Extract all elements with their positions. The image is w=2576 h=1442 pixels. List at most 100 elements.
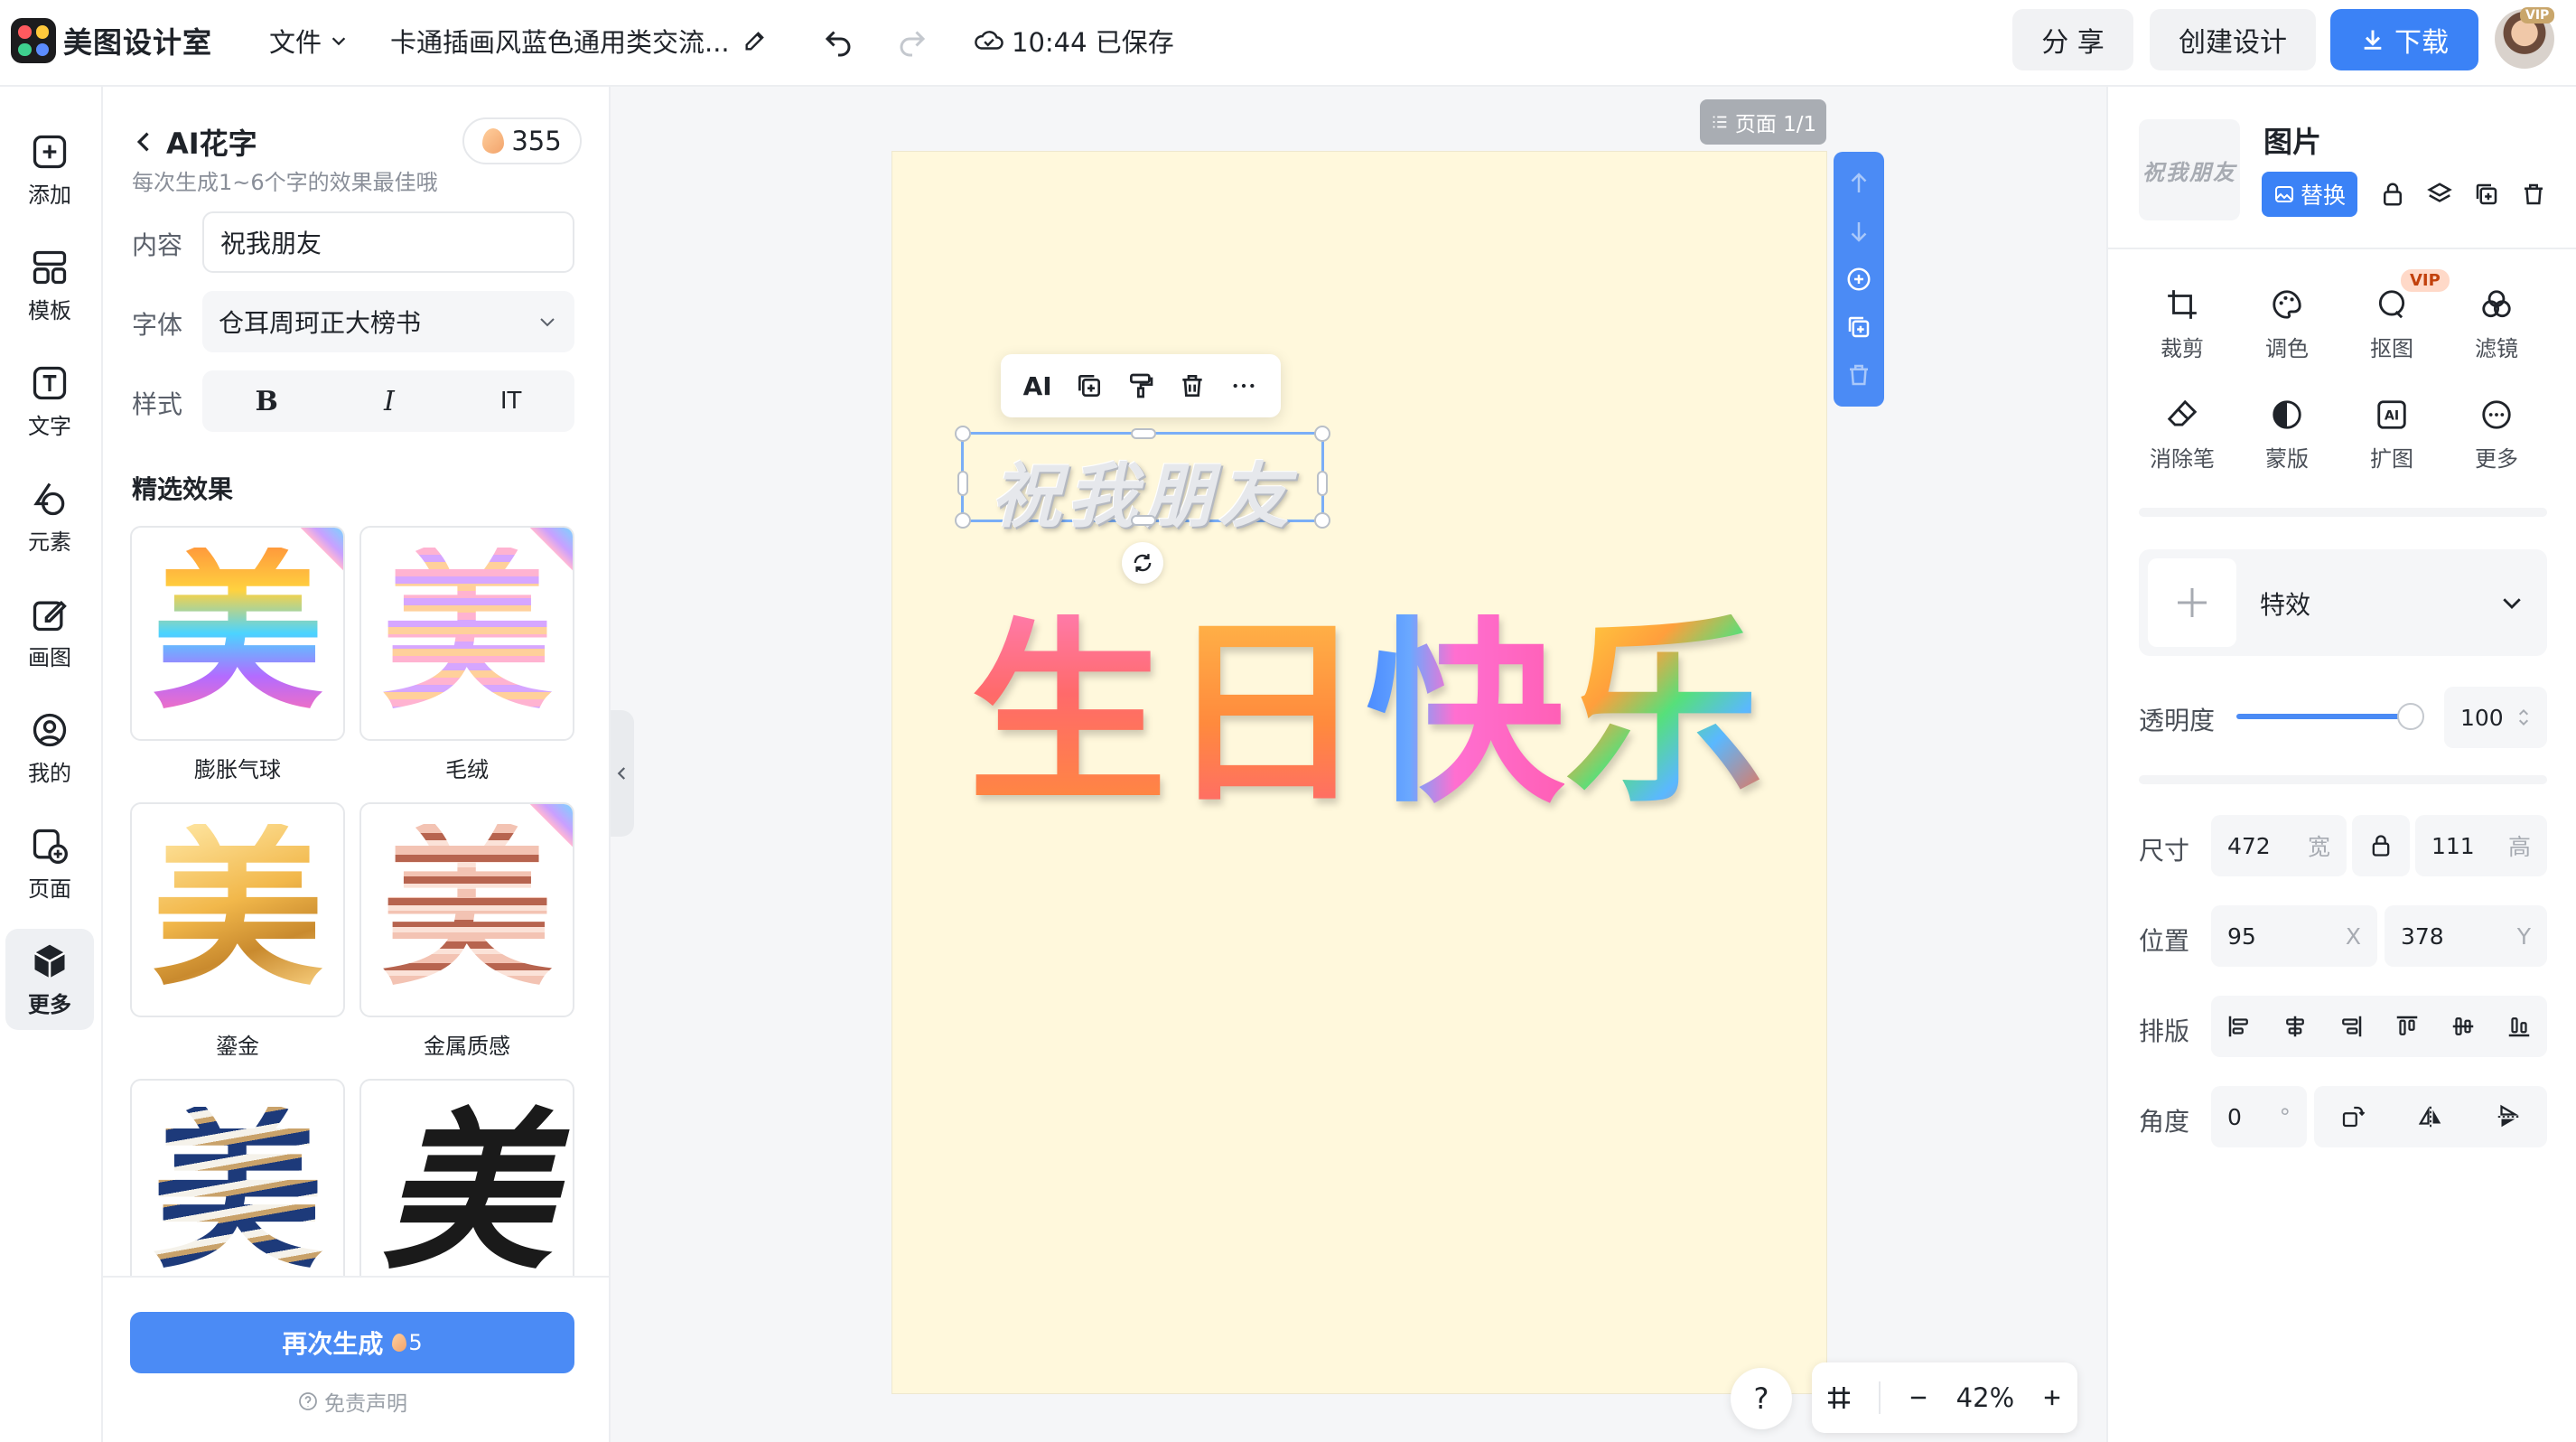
rail-item-text[interactable]: 文字 <box>5 351 94 452</box>
duplicate-page-icon[interactable] <box>1845 314 1872 341</box>
align-bottom-icon[interactable] <box>2506 1013 2533 1040</box>
document-title[interactable]: 卡通插画风蓝色通用类交流... <box>390 22 768 60</box>
ai-action-button[interactable]: AI <box>1023 371 1052 401</box>
align-left-icon[interactable] <box>2226 1013 2253 1040</box>
tool-filter[interactable]: 滤镜 <box>2444 287 2549 362</box>
regenerate-button[interactable]: 再次生成 5 <box>130 1312 574 1373</box>
resize-handle[interactable] <box>1317 471 1328 496</box>
rotate-handle[interactable] <box>1122 542 1163 584</box>
vip-corner-badge <box>296 528 343 575</box>
rail-item-more[interactable]: 更多 <box>5 929 94 1030</box>
resize-handle[interactable] <box>1131 428 1156 439</box>
height-input[interactable]: 111 高 <box>2415 815 2547 876</box>
effect-card-gilded[interactable]: 美 <box>130 802 345 1017</box>
format-painter-icon[interactable] <box>1126 371 1155 400</box>
opacity-slider-track[interactable] <box>2236 714 2410 719</box>
create-design-button[interactable]: 创建设计 <box>2150 9 2316 70</box>
rail-item-template[interactable]: 模板 <box>5 235 94 336</box>
file-menu[interactable]: 文件 <box>269 22 349 60</box>
tool-crop[interactable]: 裁剪 <box>2130 287 2235 362</box>
aspect-lock-button[interactable] <box>2352 815 2410 876</box>
share-button[interactable]: 分 享 <box>2012 9 2133 70</box>
height-unit: 高 <box>2507 834 2531 860</box>
x-input[interactable]: 95 X <box>2211 905 2377 967</box>
effects-selector[interactable]: 特效 <box>2139 549 2547 656</box>
tool-expand[interactable]: AI 扩图 <box>2339 398 2444 473</box>
selection-toolbar: AI <box>1001 354 1281 417</box>
tool-cutout[interactable]: 抠图 <box>2339 287 2444 362</box>
rail-item-add[interactable]: 添加 <box>5 119 94 220</box>
resize-handle[interactable] <box>957 471 968 496</box>
rail-item-elements[interactable]: 元素 <box>5 466 94 567</box>
shapes-icon <box>33 482 65 515</box>
zoom-level[interactable]: 42% <box>1956 1382 2014 1413</box>
effect-card-balloon[interactable]: 美 <box>130 526 345 741</box>
resize-handle[interactable] <box>955 512 971 529</box>
edit-icon[interactable] <box>742 28 768 53</box>
download-icon <box>2364 30 2382 50</box>
bold-toggle[interactable]: B <box>256 386 278 417</box>
download-button[interactable]: 下载 <box>2330 9 2478 70</box>
y-input[interactable]: 378 Y <box>2385 905 2547 967</box>
effect-card-metal[interactable]: 美 <box>359 802 574 1017</box>
rail-item-mine[interactable]: 我的 <box>5 698 94 799</box>
back-arrow-icon[interactable] <box>132 129 157 154</box>
font-select[interactable]: 仓耳周珂正大榜书 <box>202 291 574 352</box>
angle-input[interactable]: 0 ° <box>2211 1086 2307 1147</box>
width-input[interactable]: 472 宽 <box>2211 815 2347 876</box>
replace-button[interactable]: 替换 <box>2262 172 2357 217</box>
flip-vertical-icon[interactable] <box>2495 1103 2522 1130</box>
tool-more[interactable]: 更多 <box>2444 398 2549 473</box>
redo-button[interactable] <box>889 18 936 65</box>
resize-handle[interactable] <box>1314 512 1330 529</box>
ai-text-panel: AI花字 355 每次生成1~6个字的效果最佳哦 内容 祝我朋友 字体 仓耳周珂… <box>103 87 611 1442</box>
zoom-out-icon[interactable] <box>1906 1385 1931 1410</box>
panel-header[interactable]: AI花字 <box>132 121 257 163</box>
undo-button[interactable] <box>815 18 862 65</box>
trash-icon[interactable] <box>2520 181 2547 208</box>
add-page-icon[interactable] <box>1845 266 1872 293</box>
stepper-icon[interactable] <box>2516 706 2531 729</box>
effect-card-fluffy[interactable]: 美 <box>359 526 574 741</box>
top-bar: 美图设计室 文件 卡通插画风蓝色通用类交流... 10:44 已保存 分 享 创… <box>0 0 2576 87</box>
align-center-h-icon[interactable] <box>2282 1013 2309 1040</box>
page-indicator[interactable]: 页面 1/1 <box>1700 99 1826 145</box>
tool-mask[interactable]: 蒙版 <box>2235 398 2339 473</box>
rotate-90-icon[interactable] <box>2339 1103 2366 1130</box>
move-up-icon[interactable] <box>1845 170 1872 197</box>
tool-color[interactable]: 调色 <box>2235 287 2339 362</box>
opacity-slider-thumb[interactable] <box>2397 703 2424 730</box>
tool-eraser[interactable]: 消除笔 <box>2130 398 2235 473</box>
width-value: 472 <box>2227 832 2271 859</box>
resize-handle[interactable] <box>1314 426 1330 442</box>
copy-icon[interactable] <box>1075 371 1104 400</box>
collapse-panel-button[interactable] <box>611 710 634 837</box>
align-top-icon[interactable] <box>2394 1013 2421 1040</box>
lock-icon[interactable] <box>2379 181 2406 208</box>
credits-badge[interactable]: 355 <box>462 117 582 164</box>
letter-height-toggle[interactable]: IT <box>500 388 522 415</box>
zoom-in-icon[interactable] <box>2039 1385 2065 1410</box>
content-input[interactable]: 祝我朋友 <box>202 211 574 273</box>
more-horizontal-icon[interactable] <box>1229 371 1258 400</box>
resize-handle[interactable] <box>955 426 971 442</box>
flip-horizontal-icon[interactable] <box>2417 1103 2444 1130</box>
help-button[interactable]: ? <box>1731 1368 1792 1429</box>
add-effect-button[interactable] <box>2148 558 2236 647</box>
resize-handle[interactable] <box>1131 515 1156 526</box>
rail-item-draw[interactable]: 画图 <box>5 582 94 683</box>
align-right-icon[interactable] <box>2338 1013 2365 1040</box>
move-down-icon[interactable] <box>1845 218 1872 245</box>
opacity-input[interactable]: 100 <box>2444 687 2547 748</box>
rail-item-page[interactable]: 页面 <box>5 813 94 914</box>
layers-icon[interactable] <box>2426 181 2453 208</box>
trash-icon[interactable] <box>1178 371 1207 400</box>
italic-toggle[interactable]: I <box>384 386 395 417</box>
birthday-text[interactable]: 生 日 快 乐 <box>968 614 1763 813</box>
delete-page-icon[interactable] <box>1845 361 1872 389</box>
disclaimer-link[interactable]: 免责声明 <box>130 1386 574 1417</box>
align-center-v-icon[interactable] <box>2450 1013 2477 1040</box>
duplicate-icon[interactable] <box>2473 181 2500 208</box>
grid-icon[interactable] <box>1825 1383 1853 1412</box>
selected-text-image[interactable]: 祝我朋友 <box>955 426 1330 538</box>
